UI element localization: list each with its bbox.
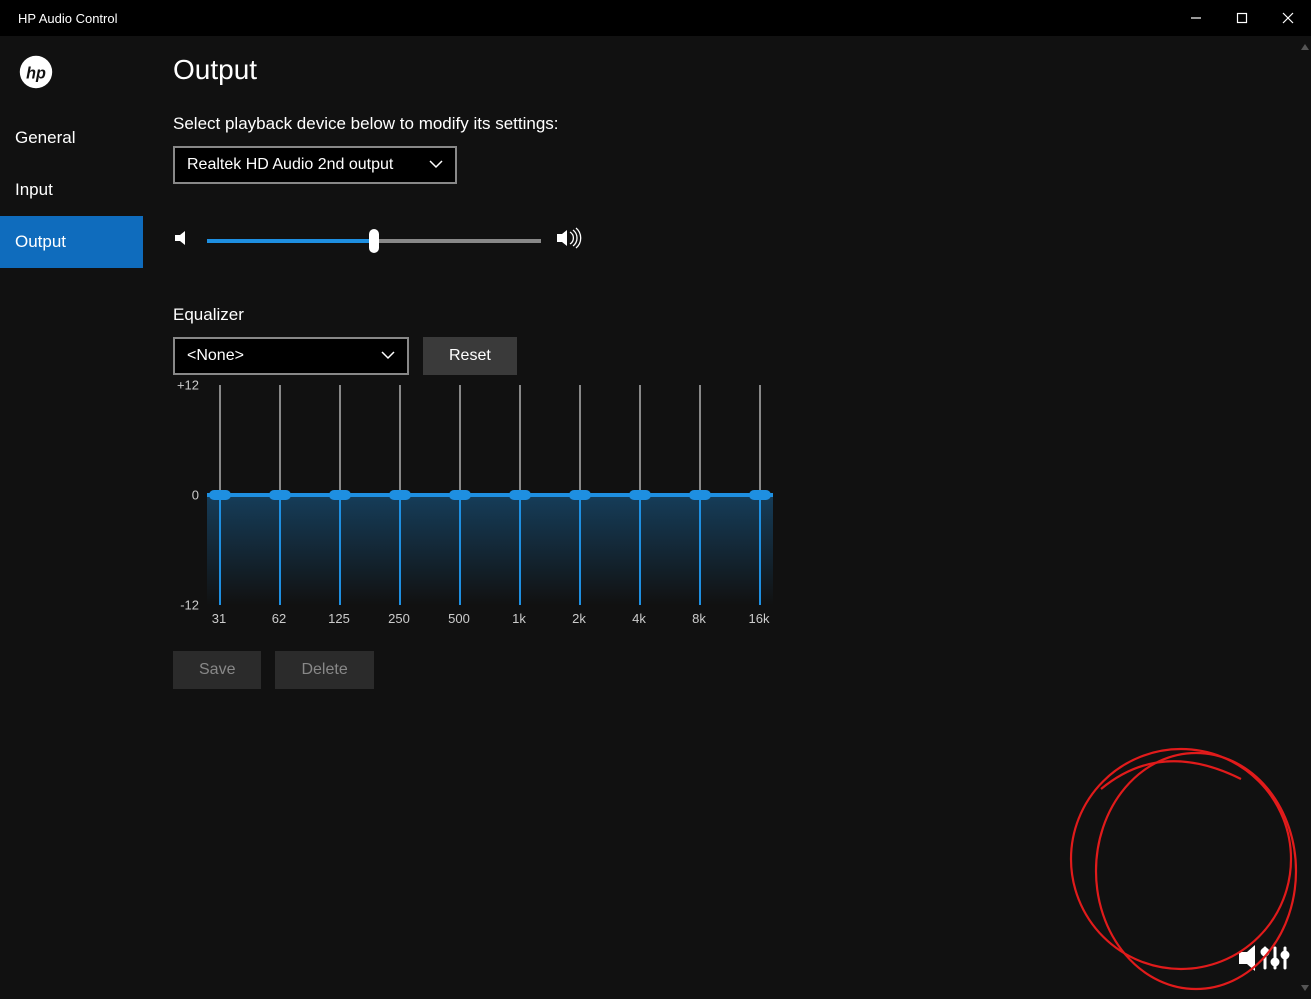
- eq-tick-top: +12: [177, 378, 199, 393]
- eq-band-2k[interactable]: [579, 385, 581, 605]
- eq-band-31[interactable]: [219, 385, 221, 605]
- eq-thumb[interactable]: [509, 490, 531, 500]
- sidebar-item-label: General: [15, 128, 75, 148]
- eq-band-250[interactable]: [399, 385, 401, 605]
- hp-logo-icon: hp: [18, 54, 54, 90]
- eq-thumb[interactable]: [389, 490, 411, 500]
- content-pane: Output Select playback device below to m…: [143, 36, 1311, 999]
- eq-band-1k[interactable]: [519, 385, 521, 605]
- page-title: Output: [173, 54, 1311, 86]
- eq-freq-label: 31: [212, 611, 226, 626]
- window-title: HP Audio Control: [18, 11, 118, 26]
- chevron-down-icon: [381, 347, 395, 365]
- eq-thumb[interactable]: [689, 490, 711, 500]
- sidebar-item-general[interactable]: General: [0, 112, 143, 164]
- speaker-low-icon: [173, 228, 193, 253]
- eq-band-500[interactable]: [459, 385, 461, 605]
- eq-freq-label: 250: [388, 611, 410, 626]
- volume-thumb[interactable]: [369, 229, 379, 253]
- equalizer-label: Equalizer: [173, 305, 1311, 325]
- svg-text:hp: hp: [26, 64, 46, 82]
- eq-freq-label: 2k: [572, 611, 586, 626]
- volume-row: [173, 226, 1311, 255]
- eq-tick-mid: 0: [192, 488, 199, 503]
- window-buttons: [1173, 0, 1311, 36]
- eq-freq-label: 8k: [692, 611, 706, 626]
- save-button[interactable]: Save: [173, 651, 261, 689]
- minimize-button[interactable]: [1173, 0, 1219, 36]
- eq-thumb[interactable]: [449, 490, 471, 500]
- sidebar-item-label: Input: [15, 180, 53, 200]
- close-button[interactable]: [1265, 0, 1311, 36]
- eq-freq-label: 4k: [632, 611, 646, 626]
- sidebar-item-label: Output: [15, 232, 66, 252]
- audio-settings-tray-icon[interactable]: [1237, 940, 1293, 981]
- eq-band-4k[interactable]: [639, 385, 641, 605]
- maximize-button[interactable]: [1219, 0, 1265, 36]
- eq-thumb[interactable]: [209, 490, 231, 500]
- eq-band-8k[interactable]: [699, 385, 701, 605]
- eq-band-62[interactable]: [279, 385, 281, 605]
- sidebar-item-output[interactable]: Output: [0, 216, 143, 268]
- equalizer-preset-selected: <None>: [187, 347, 244, 365]
- playback-device-dropdown[interactable]: Realtek HD Audio 2nd output: [173, 146, 457, 184]
- eq-thumb[interactable]: [269, 490, 291, 500]
- eq-thumb[interactable]: [629, 490, 651, 500]
- playback-device-selected: Realtek HD Audio 2nd output: [187, 156, 393, 174]
- equalizer-graph: +12 0 -12 31621252505001k2k4k8k16k: [173, 385, 773, 645]
- eq-freq-label: 62: [272, 611, 286, 626]
- eq-freq-label: 16k: [749, 611, 770, 626]
- eq-thumb[interactable]: [329, 490, 351, 500]
- titlebar: HP Audio Control: [0, 0, 1311, 36]
- eq-band-125[interactable]: [339, 385, 341, 605]
- eq-freq-label: 500: [448, 611, 470, 626]
- equalizer-preset-dropdown[interactable]: <None>: [173, 337, 409, 375]
- speaker-high-icon: [555, 226, 585, 255]
- chevron-down-icon: [429, 156, 443, 174]
- eq-band-16k[interactable]: [759, 385, 761, 605]
- eq-tick-bot: -12: [180, 598, 199, 613]
- eq-freq-label: 1k: [512, 611, 526, 626]
- eq-thumb[interactable]: [569, 490, 591, 500]
- scrollbar[interactable]: [1307, 44, 1309, 991]
- sidebar-item-input[interactable]: Input: [0, 164, 143, 216]
- delete-button[interactable]: Delete: [275, 651, 373, 689]
- eq-thumb[interactable]: [749, 490, 771, 500]
- eq-freq-label: 125: [328, 611, 350, 626]
- device-prompt: Select playback device below to modify i…: [173, 114, 1311, 134]
- volume-slider[interactable]: [207, 239, 541, 243]
- sidebar: hp General Input Output: [0, 36, 143, 999]
- reset-button[interactable]: Reset: [423, 337, 517, 375]
